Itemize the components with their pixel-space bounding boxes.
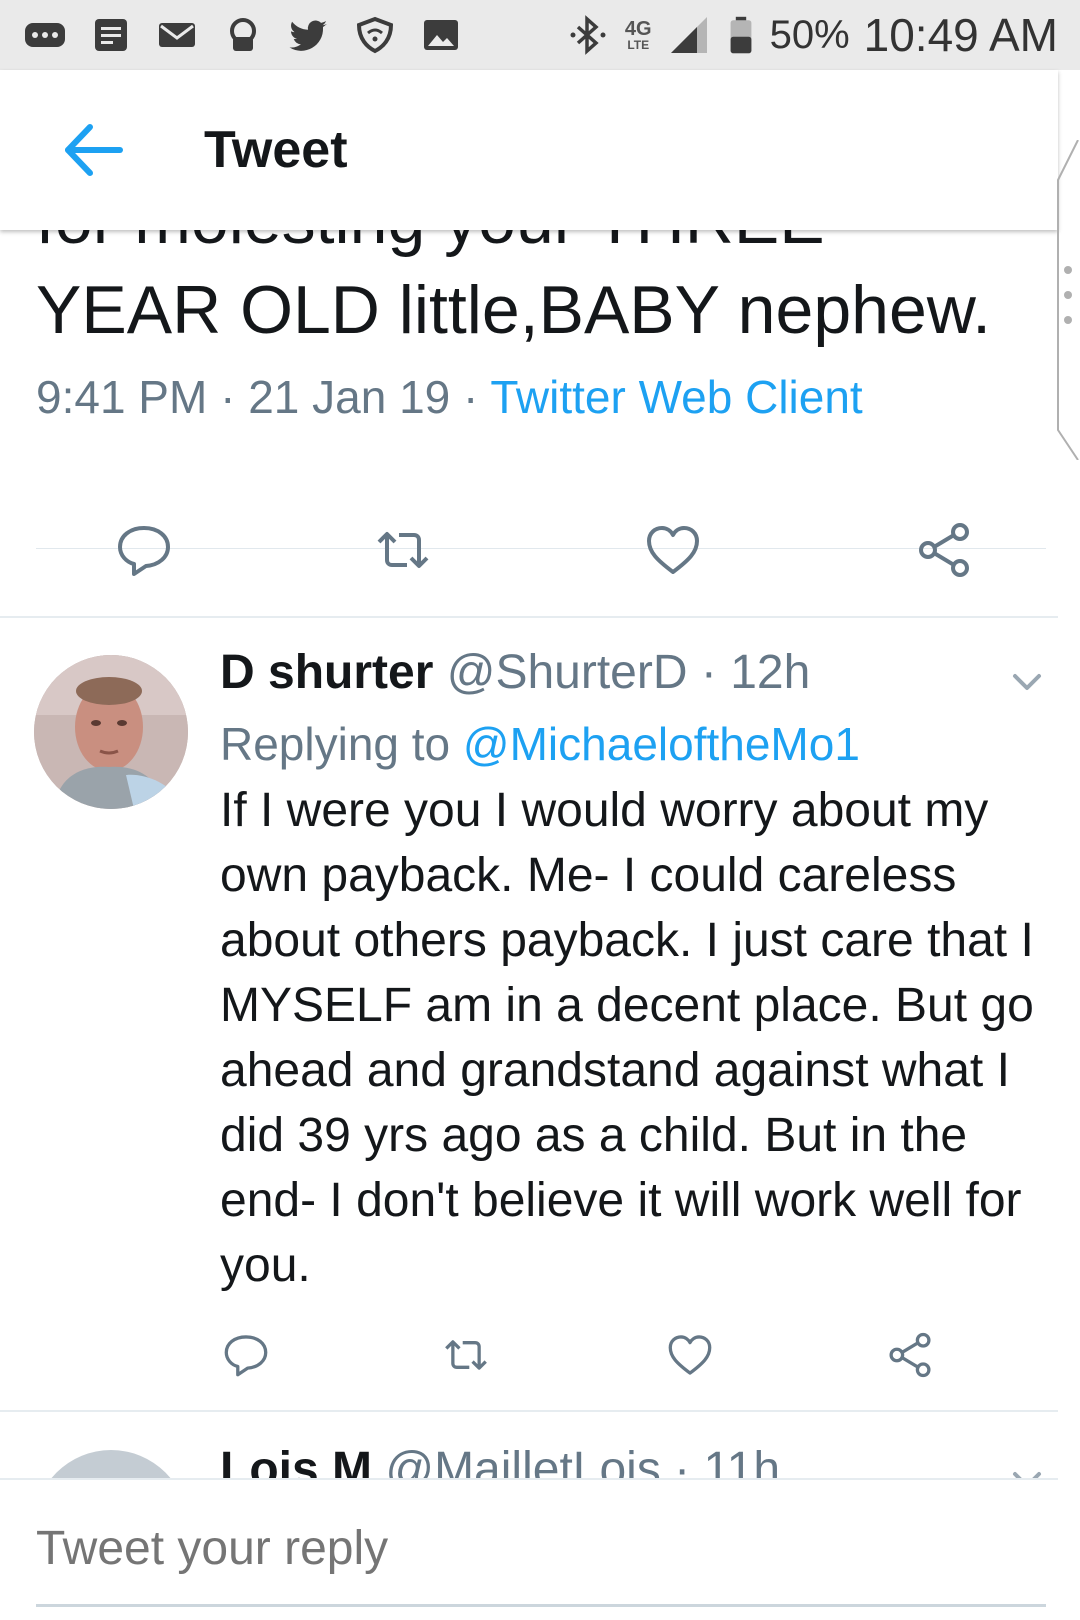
- retweet-icon: [445, 1340, 487, 1370]
- reply-icon: [118, 526, 170, 576]
- note-icon: [88, 15, 134, 55]
- clock: 10:49 AM: [863, 9, 1058, 61]
- replying-prefix: Replying to: [220, 718, 451, 770]
- replying-to: Replying to @MichaeloftheMo1: [220, 717, 860, 771]
- meta-separator: ·: [220, 371, 249, 423]
- like-button[interactable]: [660, 1325, 720, 1385]
- mention-link[interactable]: @MichaeloftheMo1: [463, 718, 860, 770]
- reply-button[interactable]: [104, 510, 184, 590]
- like-button[interactable]: [633, 510, 713, 590]
- vpn-icon: [220, 15, 266, 55]
- reply-button[interactable]: [216, 1325, 276, 1385]
- battery-icon: [726, 15, 756, 55]
- reply-icon: [224, 1335, 268, 1377]
- tweet-source-link[interactable]: Twitter Web Client: [490, 371, 862, 423]
- tweet-date: 21 Jan 19: [248, 371, 451, 423]
- gallery-icon: [418, 15, 464, 55]
- section-divider: [0, 1410, 1058, 1412]
- section-divider: [0, 616, 1058, 618]
- share-button[interactable]: [880, 1325, 940, 1385]
- meta-separator: ·: [700, 646, 731, 699]
- tweet-meta: 9:41 PM · 21 Jan 19 · Twitter Web Client: [36, 370, 863, 424]
- reply-actions: [0, 1325, 1058, 1385]
- more-options-button[interactable]: [1005, 660, 1049, 704]
- reply-header: D shurter @ShurterD · 12h: [220, 645, 810, 700]
- retweet-button[interactable]: [436, 1325, 496, 1385]
- network-sublabel: LTE: [627, 38, 650, 52]
- heart-icon: [647, 526, 699, 574]
- bluetooth-icon: [565, 15, 611, 55]
- arrow-left-icon: [65, 124, 123, 176]
- retweet-icon: [377, 532, 429, 568]
- shield-icon: [352, 15, 398, 55]
- share-icon: [919, 523, 969, 577]
- retweet-button[interactable]: [363, 510, 443, 590]
- heart-icon: [668, 1335, 712, 1375]
- network-indicator: 4G LTE: [625, 19, 652, 51]
- main-tweet-actions: [0, 510, 1058, 590]
- page-title: Tweet: [204, 121, 348, 179]
- more-icon: [22, 15, 68, 55]
- signal-icon: [666, 15, 712, 55]
- share-icon: [889, 1332, 931, 1378]
- display-name[interactable]: D shurter: [220, 646, 433, 699]
- reply-text: If I were you I would worry about my own…: [220, 784, 1034, 1292]
- user-handle[interactable]: @ShurterD: [447, 646, 688, 699]
- share-button[interactable]: [904, 510, 984, 590]
- status-bar: 4G LTE 50% 10:49 AM: [0, 0, 1080, 70]
- input-underline: [36, 1604, 1046, 1607]
- chevron-down-icon: [1013, 674, 1041, 690]
- reply-input[interactable]: [36, 1508, 1046, 1588]
- mail-icon: [154, 15, 200, 55]
- avatar[interactable]: [34, 655, 188, 809]
- profile-photo: [34, 655, 188, 809]
- meta-separator: ·: [463, 371, 491, 423]
- back-button[interactable]: [48, 105, 138, 195]
- battery-percent: 50%: [769, 12, 850, 57]
- tweet-text: YEAR OLD little,BABY nephew.: [36, 272, 992, 348]
- screen: 4G LTE 50% 10:49 AM Tweet YEAR OLD littl…: [0, 0, 1080, 1620]
- network-label: 4G: [624, 18, 652, 40]
- twitter-icon: [286, 15, 332, 55]
- tweet-time: 9:41 PM: [36, 371, 208, 423]
- edge-panel-handle[interactable]: [1054, 139, 1080, 461]
- reply-age: 12h: [730, 646, 811, 699]
- app-header: Tweet: [0, 70, 1058, 230]
- compose-bar: [0, 1478, 1058, 1620]
